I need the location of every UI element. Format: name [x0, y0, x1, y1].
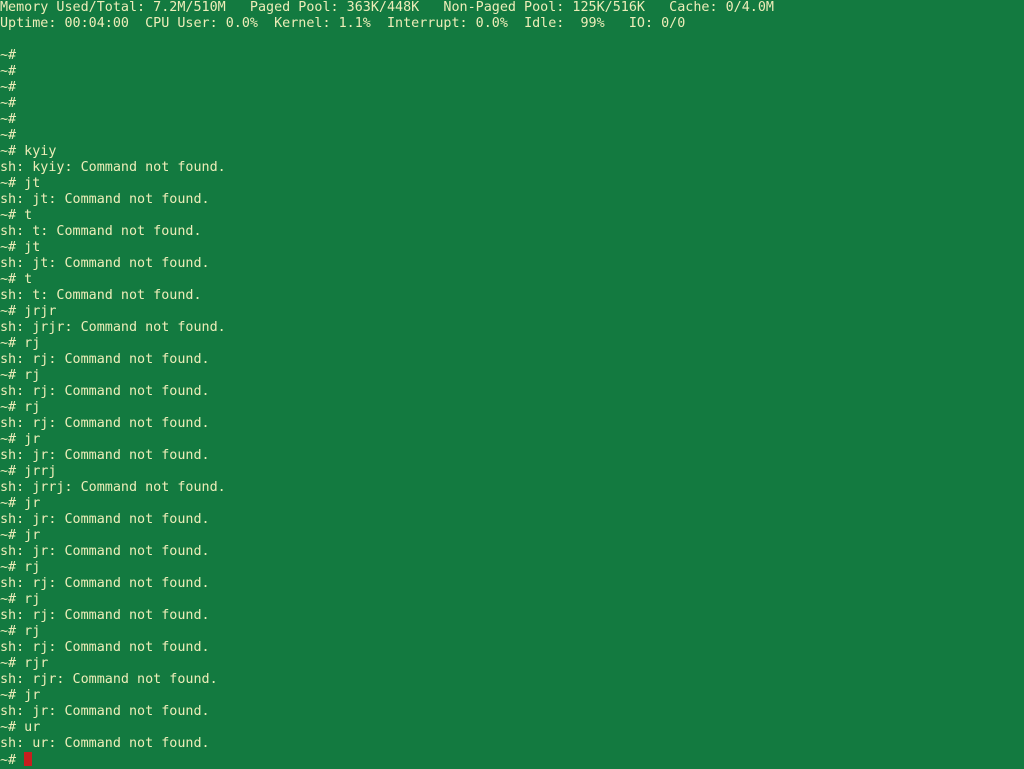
error-line: sh: jr: Command not found. [0, 512, 210, 527]
prompt-line: ~# rj [0, 336, 41, 351]
kernel: Kernel: 1.1% [274, 16, 371, 31]
prompt-line: ~# t [0, 208, 33, 223]
error-line: sh: jt: Command not found. [0, 192, 210, 207]
prompt-line: ~# jr [0, 688, 41, 703]
prompt-line: ~# ur [0, 720, 41, 735]
prompt-line: ~# jr [0, 528, 41, 543]
prompt-line: ~# rj [0, 560, 41, 575]
prompt-line: ~# jt [0, 240, 41, 255]
prompt-line: ~# [0, 48, 17, 63]
error-line: sh: rj: Command not found. [0, 576, 210, 591]
error-line: sh: rjr: Command not found. [0, 672, 218, 687]
prompt-line: ~# kyiy [0, 144, 57, 159]
error-line: sh: jr: Command not found. [0, 544, 210, 559]
terminal-output: ~# ~# ~# ~# ~# ~# ~# kyiy sh: kyiy: Command not… [0, 48, 1024, 768]
active-prompt-line[interactable]: ~# [0, 752, 1024, 768]
prompt-line: ~# rjr [0, 656, 49, 671]
text-cursor [24, 752, 33, 766]
prompt-line: ~# rj [0, 624, 41, 639]
error-line: sh: rj: Command not found. [0, 640, 210, 655]
error-line: sh: rj: Command not found. [0, 384, 210, 399]
error-line: sh: rj: Command not found. [0, 416, 210, 431]
terminal-screen[interactable]: Memory Used/Total: 7.2M/510M Paged Pool:… [0, 0, 1024, 768]
cache: Cache: 0/4.0M [669, 0, 774, 15]
idle: Idle: 99% [524, 16, 605, 31]
prompt-line: ~# [0, 80, 17, 95]
prompt-line: ~# [0, 96, 17, 111]
prompt-line: ~# rj [0, 368, 41, 383]
interrupt: Interrupt: 0.0% [387, 16, 508, 31]
error-line: sh: ur: Command not found. [0, 736, 210, 751]
prompt-line: ~# jrrj [0, 464, 57, 479]
status-bar-line-2: Uptime: 00:04:00 CPU User: 0.0% Kernel: … [0, 16, 685, 32]
error-line: sh: t: Command not found. [0, 288, 202, 303]
error-line: sh: t: Command not found. [0, 224, 202, 239]
prompt-line: ~# jrjr [0, 304, 57, 319]
paged-pool: Paged Pool: 363K/448K [249, 0, 420, 15]
prompt-line: ~# t [0, 272, 33, 287]
non-paged-pool: Non-Paged Pool: 125K/516K [443, 0, 645, 15]
error-line: sh: jt: Command not found. [0, 256, 210, 271]
prompt-line: ~# [0, 128, 17, 143]
cpu-user: CPU User: 0.0% [145, 16, 258, 31]
prompt-line: ~# rj [0, 400, 41, 415]
error-line: sh: rj: Command not found. [0, 352, 210, 367]
error-line: sh: jr: Command not found. [0, 704, 210, 719]
prompt: ~# [0, 753, 17, 768]
memory-used-total: Memory Used/Total: 7.2M/510M [0, 0, 226, 15]
prompt-line: ~# jr [0, 496, 41, 511]
error-line: sh: jr: Command not found. [0, 448, 210, 463]
prompt-line: ~# [0, 64, 17, 79]
io: IO: 0/0 [628, 16, 686, 31]
error-line: sh: jrjr: Command not found. [0, 320, 226, 335]
prompt-line: ~# [0, 112, 17, 127]
prompt-line: ~# jr [0, 432, 41, 447]
status-bar-line-1: Memory Used/Total: 7.2M/510M Paged Pool:… [0, 0, 774, 16]
uptime: Uptime: 00:04:00 [0, 16, 129, 31]
prompt-line: ~# rj [0, 592, 41, 607]
error-line: sh: rj: Command not found. [0, 608, 210, 623]
error-line: sh: kyiy: Command not found. [0, 160, 226, 175]
prompt-line: ~# jt [0, 176, 41, 191]
error-line: sh: jrrj: Command not found. [0, 480, 226, 495]
